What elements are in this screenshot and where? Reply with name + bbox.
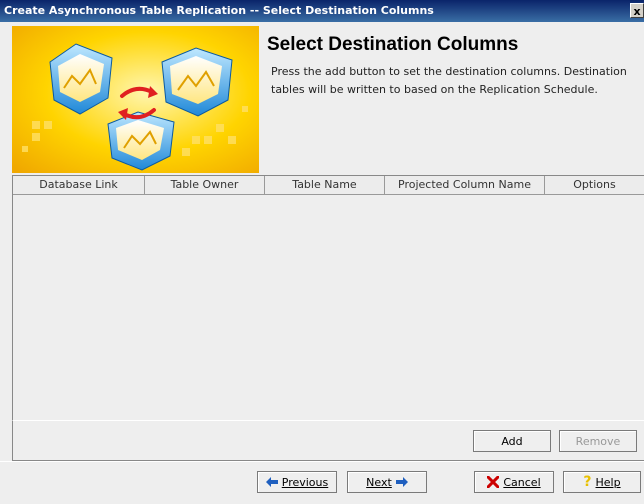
column-header-table-owner[interactable]: Table Owner: [145, 176, 265, 194]
title-bar: Create Asynchronous Table Replication --…: [0, 0, 644, 22]
footer-divider: [0, 461, 644, 462]
add-button-label: Add: [501, 434, 523, 448]
previous-button[interactable]: Previous: [257, 471, 337, 493]
help-button[interactable]: ? Help: [563, 471, 641, 493]
previous-button-label: Previous: [281, 475, 329, 489]
add-button[interactable]: Add: [473, 430, 551, 452]
arrow-right-icon: [395, 477, 408, 487]
table-body[interactable]: [13, 195, 644, 420]
cancel-button-label: Cancel: [503, 475, 541, 489]
arrow-left-icon: [265, 477, 278, 487]
page-description: Press the add button to set the destinat…: [271, 65, 627, 96]
red-x-icon: [487, 476, 500, 488]
table-header: Database Link Table Owner Table Name Pro…: [13, 176, 644, 195]
replication-illustration-icon: [12, 26, 259, 173]
column-header-options[interactable]: Options: [545, 176, 644, 194]
column-header-database-link[interactable]: Database Link: [13, 176, 145, 194]
column-header-projected-column-name[interactable]: Projected Column Name: [385, 176, 545, 194]
table-actions-bar: Add Remove: [12, 421, 644, 461]
wizard-banner-image: [12, 26, 259, 173]
remove-button[interactable]: Remove: [559, 430, 637, 452]
help-button-label: Help: [595, 475, 621, 489]
next-button-label: Next: [366, 475, 392, 489]
close-button[interactable]: x: [630, 3, 644, 18]
page-title: Select Destination Columns: [267, 34, 519, 55]
question-mark-icon: ?: [583, 474, 592, 490]
next-button[interactable]: Next: [347, 471, 427, 493]
column-header-table-name[interactable]: Table Name: [265, 176, 385, 194]
cancel-button[interactable]: Cancel: [474, 471, 554, 493]
window-title: Create Asynchronous Table Replication --…: [4, 4, 434, 17]
destination-columns-table[interactable]: Database Link Table Owner Table Name Pro…: [12, 175, 644, 421]
remove-button-label: Remove: [575, 434, 621, 448]
